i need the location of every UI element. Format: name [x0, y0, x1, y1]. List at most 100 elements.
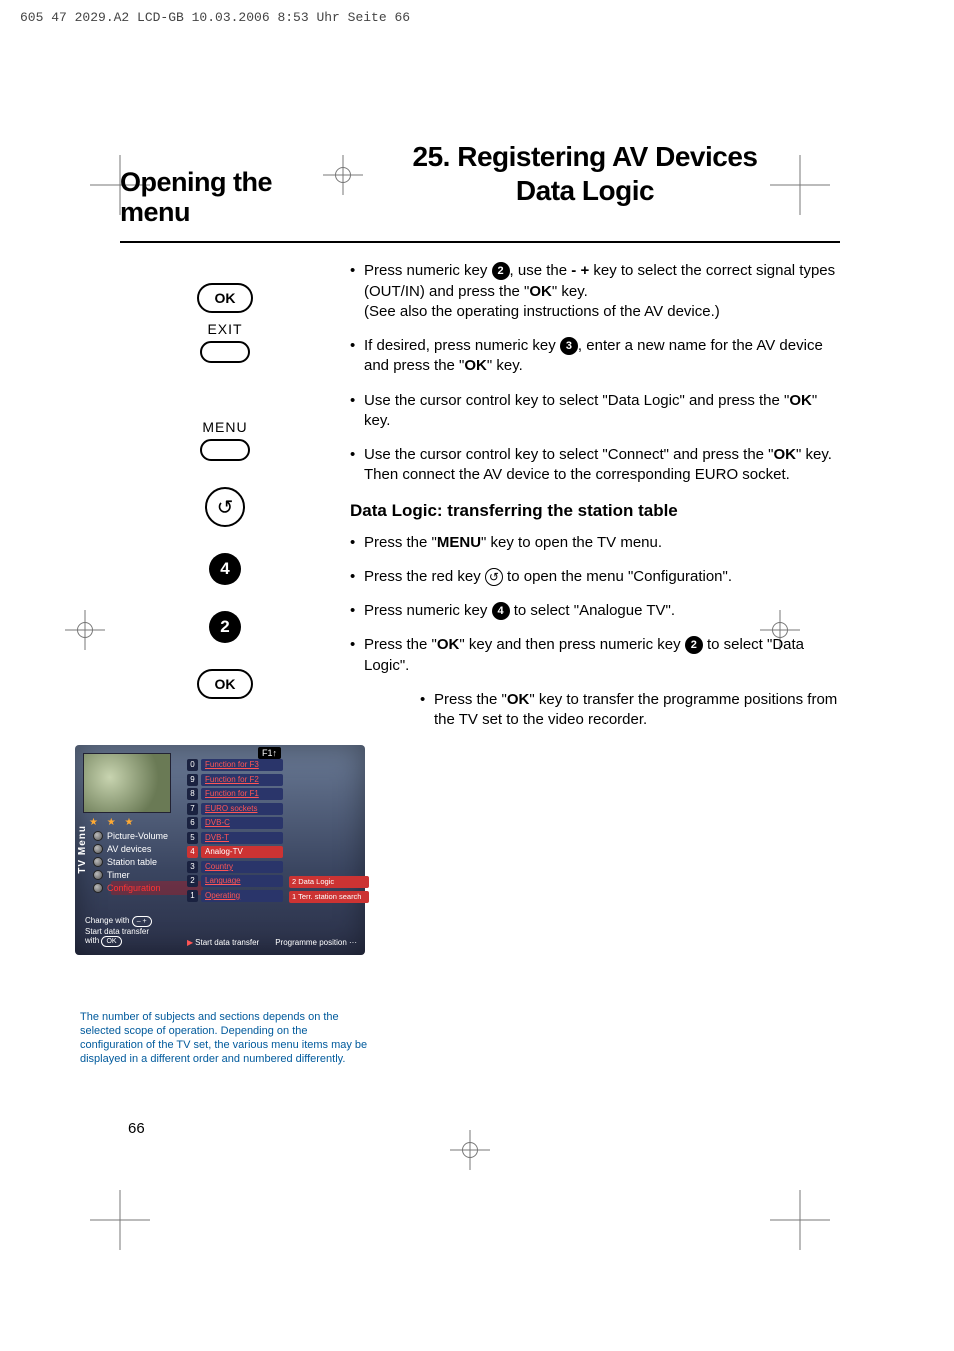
- page-number: 66: [120, 1120, 145, 1137]
- osd-number-column: 0 9 8 7 6 5 4 3 2 1: [187, 759, 198, 902]
- osd-left-item-label: Station table: [107, 857, 157, 867]
- remote-menu-label: MENU: [202, 419, 247, 435]
- osd-f1-indicator: F1↑: [258, 747, 281, 759]
- osd-number: 2: [187, 875, 198, 887]
- osd-number: 5: [187, 832, 198, 844]
- osd-mid-item: DVB-C: [201, 817, 283, 829]
- ok-label: OK: [529, 283, 552, 300]
- inline-numeric-2-icon: 2: [685, 636, 703, 654]
- section-title-right: 25. Registering AV Devices Data Logic: [330, 140, 840, 227]
- osd-bottom-right: Programme position ···: [275, 938, 357, 947]
- chapter-title-line2: Data Logic: [516, 175, 654, 206]
- osd-hint-ok: OK: [101, 936, 121, 947]
- text: " key to open the TV menu.: [481, 534, 662, 551]
- knob-icon: [93, 857, 103, 867]
- osd-hint-minus-plus: – +: [132, 916, 152, 927]
- text: " key.: [552, 283, 588, 300]
- step: Press the "OK" key to transfer the progr…: [420, 690, 840, 731]
- remote-numeric-4: 4: [209, 553, 241, 585]
- osd-number: 7: [187, 803, 198, 815]
- osd-mid-item: Function for F3: [201, 759, 283, 771]
- osd-number: 6: [187, 817, 198, 829]
- osd-right-list: 2 Data Logic 1 Terr. station search: [289, 876, 369, 903]
- osd-bottom-left-text: Start data transfer: [195, 938, 259, 947]
- two-column-layout: OK EXIT MENU ↺ 4 2 OK ★ ★ ★ F1↑ TV Menu …: [120, 261, 840, 1137]
- instruction-text: Press numeric key 2, use the - + key to …: [330, 261, 840, 1137]
- osd-stars: ★ ★ ★: [89, 817, 136, 828]
- text: Press the ": [364, 636, 437, 653]
- osd-left-item: Picture-Volume: [93, 831, 183, 841]
- knob-icon: [93, 844, 103, 854]
- osd-right-item: 1 Terr. station search: [289, 891, 369, 903]
- inline-numeric-4-icon: 4: [492, 602, 510, 620]
- step: Press numeric key 4 to select "Analogue …: [350, 601, 840, 621]
- remote-ok-button-2: OK: [197, 669, 253, 699]
- step: Use the cursor control key to select "Co…: [350, 445, 840, 486]
- inline-numeric-2-icon: 2: [492, 262, 510, 280]
- knob-icon: [93, 883, 103, 893]
- remote-menu-button: [200, 439, 250, 461]
- step: If desired, press numeric key 3, enter a…: [350, 336, 840, 377]
- page: Opening the menu 25. Registering AV Devi…: [120, 140, 840, 1220]
- text: Use the cursor control key to select "Co…: [364, 446, 774, 463]
- osd-number: 9: [187, 774, 198, 786]
- sub-heading: Data Logic: transferring the station tab…: [350, 500, 840, 523]
- remote-exit-button: [200, 341, 250, 363]
- osd-hint-text: Start data transfer: [85, 927, 149, 936]
- osd-mid-item: Language: [201, 875, 283, 887]
- minus-key: -: [571, 262, 576, 279]
- plus-key: +: [580, 262, 589, 279]
- text: If desired, press numeric key: [364, 337, 560, 354]
- osd-left-list: Picture-Volume AV devices Station table …: [93, 831, 183, 893]
- osd-left-item-label: Picture-Volume: [107, 831, 168, 841]
- osd-hint-text: Change with: [85, 916, 132, 925]
- step: Press numeric key 2, use the - + key to …: [350, 261, 840, 322]
- knob-icon: [93, 870, 103, 880]
- title-row: Opening the menu 25. Registering AV Devi…: [120, 140, 840, 243]
- osd-bottom-left: ▶Start data transfer: [187, 938, 259, 947]
- osd-number: 1: [187, 890, 198, 902]
- back-icon: ↺: [217, 495, 234, 520]
- print-header: 605 47 2029.A2 LCD-GB 10.03.2006 8:53 Uh…: [20, 10, 410, 25]
- text: (See also the operating instructions of …: [364, 303, 720, 320]
- remote-red-back-button: ↺: [205, 487, 245, 527]
- remote-exit-label: EXIT: [207, 321, 242, 337]
- osd-left-item-selected: Configuration: [93, 883, 183, 893]
- osd-mid-item: Function for F1: [201, 788, 283, 800]
- osd-mid-item: DVB-T: [201, 832, 283, 844]
- inline-numeric-3-icon: 3: [560, 337, 578, 355]
- osd-left-item-label: Timer: [107, 870, 130, 880]
- osd-mid-item: EURO sockets: [201, 803, 283, 815]
- text: , use the: [510, 262, 572, 279]
- osd-right-item: 2 Data Logic: [289, 876, 369, 888]
- osd-left-item: Timer: [93, 870, 183, 880]
- text: " key and then press numeric key: [459, 636, 684, 653]
- osd-mid-item-selected: Analog-TV: [201, 846, 283, 858]
- chapter-title-line1: 25. Registering AV Devices: [413, 141, 758, 172]
- osd-number: 8: [187, 788, 198, 800]
- text: Press numeric key: [364, 262, 492, 279]
- ok-label: OK: [464, 357, 487, 374]
- text: Press the ": [364, 534, 437, 551]
- text: Press the red key: [364, 568, 485, 585]
- ok-label: OK: [774, 446, 797, 463]
- left-column: OK EXIT MENU ↺ 4 2 OK ★ ★ ★ F1↑ TV Menu …: [120, 261, 330, 1137]
- ok-label: OK: [437, 636, 460, 653]
- menu-label: MENU: [437, 534, 481, 551]
- step: Press the "OK" key and then press numeri…: [350, 635, 840, 676]
- step: Use the cursor control key to select "Da…: [350, 391, 840, 432]
- step: Press the "MENU" key to open the TV menu…: [350, 533, 840, 553]
- osd-mid-item: Country: [201, 861, 283, 873]
- osd-hint-text: with: [85, 936, 101, 945]
- osd-mid-list: Function for F3 Function for F2 Function…: [201, 759, 283, 902]
- text: Press the ": [434, 691, 507, 708]
- osd-mid-item: Function for F2: [201, 774, 283, 786]
- play-icon: ▶: [187, 938, 193, 947]
- text: Use the cursor control key to select "Da…: [364, 392, 789, 409]
- osd-preview-image: [83, 753, 171, 813]
- text: to open the menu "Configuration".: [503, 568, 732, 585]
- text: to select "Analogue TV".: [510, 602, 675, 619]
- tv-osd-menu: ★ ★ ★ F1↑ TV Menu Picture-Volume AV devi…: [75, 745, 365, 955]
- footnote: The number of subjects and sections depe…: [80, 1011, 370, 1066]
- osd-mid-item: Operating: [201, 890, 283, 902]
